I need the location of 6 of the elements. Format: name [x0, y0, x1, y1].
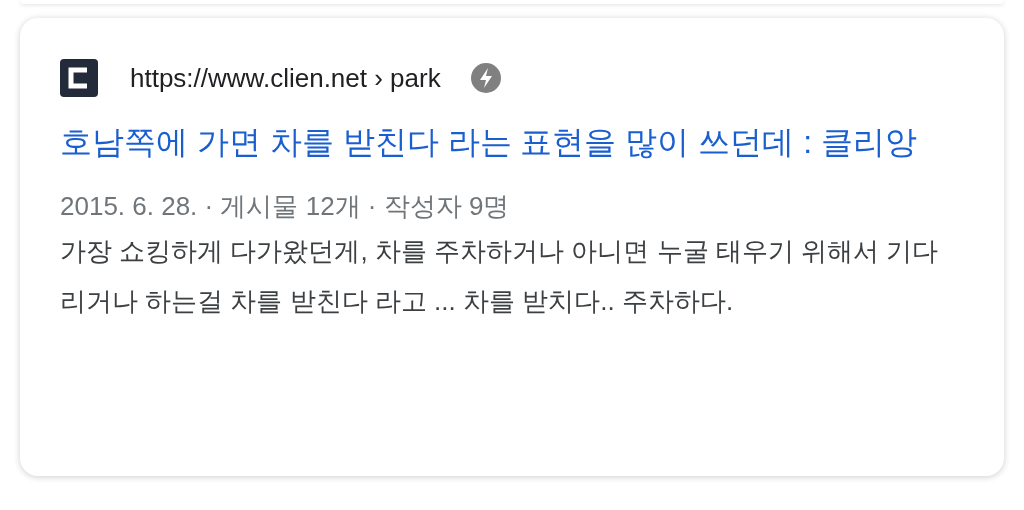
result-snippet: 가장 쇼킹하게 다가왔던게, 차를 주차하거나 아니면 누굴 태우기 위해서 기다리거나 하는걸 차를 받친다 라고 ... 차를 받치다.. 주차하다. [60, 235, 940, 318]
result-meta: 2015. 6. 28. · 게시물 12개 · 작성자 9명 [60, 190, 511, 223]
lightning-bolt-icon [470, 63, 501, 93]
result-title-link[interactable]: 호남쪽에 가면 차를 받친다 라는 표현을 많이 쓰던데 : 클리앙 [60, 116, 964, 168]
site-url[interactable]: https://www.clien.net › park [130, 62, 441, 94]
site-logo-icon [60, 59, 98, 97]
